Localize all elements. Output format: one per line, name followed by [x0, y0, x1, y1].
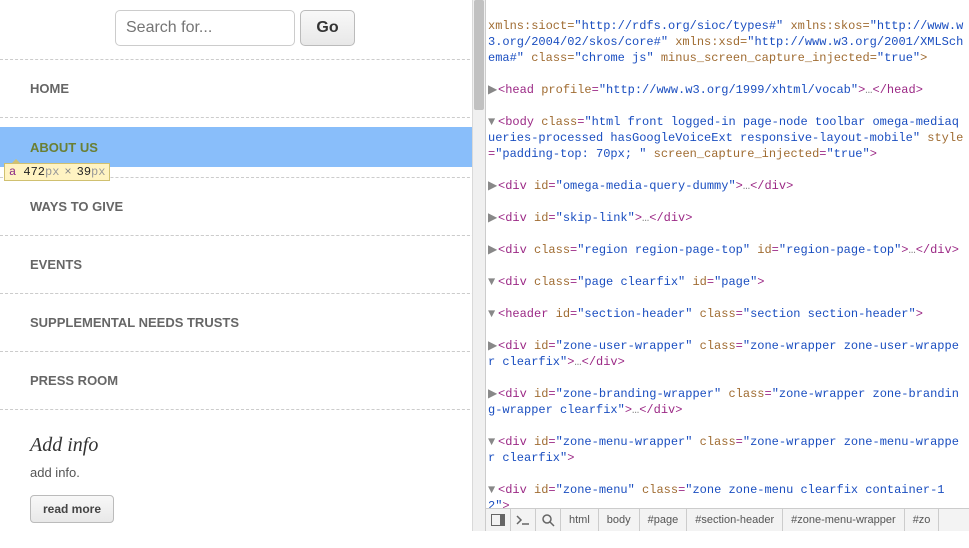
page-scrollbar[interactable] — [472, 0, 485, 531]
search-input[interactable] — [115, 10, 295, 46]
read-more-button[interactable]: read more — [30, 495, 114, 523]
tooltip-tag: a — [9, 165, 16, 179]
dom-line[interactable]: ▶<div class="region region-page-top" id=… — [488, 242, 964, 258]
crumb-zone[interactable]: #zo — [905, 509, 940, 531]
add-info-block: Add info add info. read more — [0, 409, 485, 548]
dom-line[interactable]: ▶<div id="zone-user-wrapper" class="zone… — [488, 338, 964, 370]
crumb-page[interactable]: #page — [640, 509, 688, 531]
page-content-pane: Go HOME ABOUT US WAYS TO GIVE EVENTS SUP… — [0, 0, 485, 531]
tooltip-height: 39 — [77, 165, 91, 179]
console-icon[interactable] — [511, 509, 536, 531]
dom-line[interactable]: ▶<div id="zone-branding-wrapper" class="… — [488, 386, 964, 418]
dom-line[interactable]: ▶<head profile="http://www.w3.org/1999/x… — [488, 82, 964, 98]
tooltip-height-unit: px — [91, 165, 105, 179]
tooltip-separator: × — [59, 165, 76, 179]
dom-line[interactable]: ▶<div id="skip-link">…</div> — [488, 210, 964, 226]
add-info-title: Add info — [30, 434, 455, 457]
dom-line[interactable]: ▼<header id="section-header" class="sect… — [488, 306, 964, 322]
add-info-body: add info. — [30, 465, 455, 480]
search-row: Go — [0, 0, 485, 56]
crumb-body[interactable]: body — [599, 509, 640, 531]
search-go-button[interactable]: Go — [300, 10, 355, 46]
dom-line[interactable]: ▼<div id="zone-menu-wrapper" class="zone… — [488, 434, 964, 466]
devtools-breadcrumb: html body #page #section-header #zone-me… — [486, 508, 969, 531]
menu-item-ways-to-give[interactable]: WAYS TO GIVE — [0, 177, 485, 236]
menu-item-home[interactable]: HOME — [0, 59, 485, 118]
devtools-pane: xmlns:sioct="http://rdfs.org/sioc/types#… — [485, 0, 969, 531]
tooltip-width-unit: px — [45, 165, 59, 179]
search-icon[interactable] — [536, 509, 561, 531]
inspector-size-tooltip: a 472px × 39px — [4, 163, 110, 181]
dom-line[interactable]: ▼<body class="html front logged-in page-… — [488, 114, 964, 162]
menu-item-press-room[interactable]: PRESS ROOM — [0, 351, 485, 410]
dom-line[interactable]: ▼<div id="zone-menu" class="zone zone-me… — [488, 482, 964, 508]
crumb-zone-menu-wrapper[interactable]: #zone-menu-wrapper — [783, 509, 905, 531]
dock-icon[interactable] — [486, 509, 511, 531]
dom-line[interactable]: ▶<div id="omega-media-query-dummy">…</di… — [488, 178, 964, 194]
crumb-section-header[interactable]: #section-header — [687, 509, 783, 531]
crumb-html[interactable]: html — [561, 509, 599, 531]
menu-item-events[interactable]: EVENTS — [0, 235, 485, 294]
menu-highlight-wrap: ABOUT US — [0, 127, 485, 167]
scrollbar-thumb[interactable] — [474, 0, 484, 110]
dom-line[interactable]: ▼<div class="page clearfix" id="page"> — [488, 274, 964, 290]
dom-line[interactable]: xmlns:sioct="http://rdfs.org/sioc/types#… — [488, 18, 964, 66]
menu-item-about-us[interactable]: ABOUT US — [0, 127, 472, 167]
tooltip-width: 472 — [23, 165, 45, 179]
main-menu: HOME ABOUT US WAYS TO GIVE EVENTS SUPPLE… — [0, 59, 485, 410]
dom-tree[interactable]: xmlns:sioct="http://rdfs.org/sioc/types#… — [486, 0, 969, 508]
menu-item-trusts[interactable]: SUPPLEMENTAL NEEDS TRUSTS — [0, 293, 485, 352]
